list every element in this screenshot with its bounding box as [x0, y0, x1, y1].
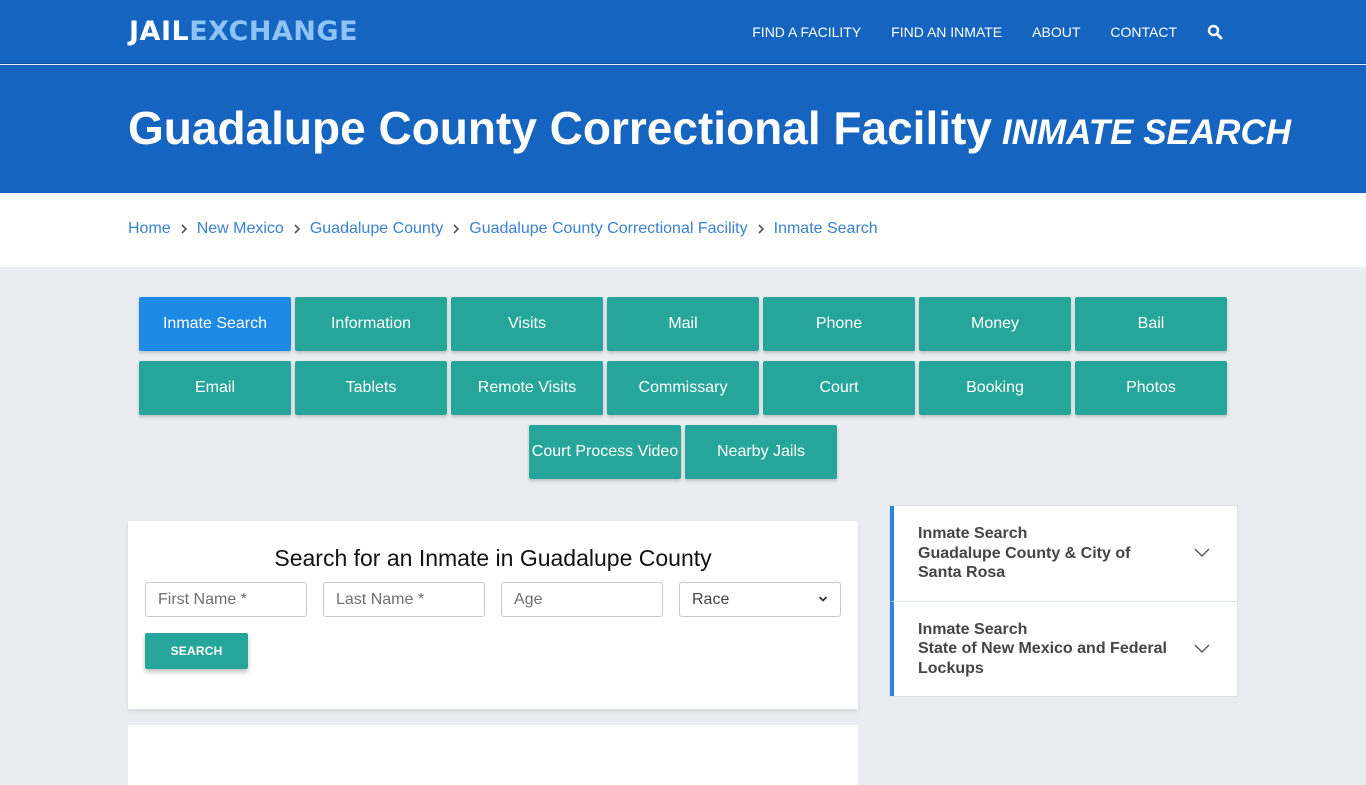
tile-booking[interactable]: Booking	[919, 361, 1071, 415]
breadcrumb: Home New Mexico Guadalupe County Guadalu…	[128, 220, 878, 238]
tile-row: Court Process Video Nearby Jails	[139, 425, 1227, 479]
tile-information[interactable]: Information	[295, 297, 447, 351]
nav-links: FIND A FACILITY FIND AN INMATE ABOUT CON…	[752, 0, 1366, 64]
accordion-item-county-search[interactable]: Inmate Search Guadalupe County & City of…	[890, 506, 1237, 601]
facility-name: Guadalupe County Correctional Facility	[128, 102, 992, 154]
tile-nearby-jails[interactable]: Nearby Jails	[685, 425, 837, 479]
nav-about[interactable]: ABOUT	[1032, 24, 1080, 40]
age-input[interactable]	[501, 582, 663, 617]
inmate-search-card: Search for an Inmate in Guadalupe County…	[128, 521, 858, 709]
tile-photos[interactable]: Photos	[1075, 361, 1227, 415]
search-button[interactable]: SEARCH	[145, 633, 248, 669]
top-navbar: JAILEXCHANGE FIND A FACILITY FIND AN INM…	[0, 0, 1366, 64]
nav-find-inmate[interactable]: FIND AN INMATE	[891, 24, 1002, 40]
breadcrumb-bar: Home New Mexico Guadalupe County Guadalu…	[0, 193, 1366, 267]
chevron-right-icon	[452, 223, 460, 235]
tile-remote-visits[interactable]: Remote Visits	[451, 361, 603, 415]
tile-money[interactable]: Money	[919, 297, 1071, 351]
logo-jail: JAIL	[129, 16, 190, 47]
accordion-title: Inmate Search	[918, 620, 1028, 638]
accordion-subtitle: State of New Mexico and Federal Lockups	[918, 640, 1167, 677]
breadcrumb-current[interactable]: Inmate Search	[774, 220, 878, 238]
hero-banner: Guadalupe County Correctional Facility IN…	[0, 65, 1366, 193]
nav-find-facility[interactable]: FIND A FACILITY	[752, 24, 861, 40]
chevron-down-icon	[1193, 545, 1211, 563]
tile-email[interactable]: Email	[139, 361, 291, 415]
page-subtitle: INMATE SEARCH	[1001, 113, 1291, 152]
sidebar-accordion: Inmate Search Guadalupe County & City of…	[889, 505, 1238, 697]
page-title: Guadalupe County Correctional Facility IN…	[128, 101, 1291, 155]
tile-row: Email Tablets Remote Visits Commissary C…	[139, 361, 1227, 415]
accordion-title: Inmate Search	[918, 525, 1028, 542]
chevron-down-icon	[818, 594, 828, 606]
search-icon[interactable]	[1207, 24, 1223, 40]
tile-mail[interactable]: Mail	[607, 297, 759, 351]
breadcrumb-home[interactable]: Home	[128, 220, 171, 238]
chevron-down-icon	[1193, 641, 1211, 659]
race-select[interactable]: Race	[679, 582, 841, 617]
nav-contact[interactable]: CONTACT	[1110, 24, 1177, 40]
chevron-right-icon	[180, 223, 188, 235]
breadcrumb-state[interactable]: New Mexico	[197, 220, 284, 238]
tile-inmate-search[interactable]: Inmate Search	[139, 297, 291, 351]
accordion-item-state-search[interactable]: Inmate Search State of New Mexico and Fe…	[890, 600, 1237, 696]
tile-commissary[interactable]: Commissary	[607, 361, 759, 415]
logo-exchange: EXCHANGE	[189, 16, 359, 47]
race-select-value: Race	[692, 590, 730, 608]
breadcrumb-county[interactable]: Guadalupe County	[310, 220, 443, 238]
tile-row: Inmate Search Information Visits Mail Ph…	[139, 297, 1227, 351]
section-nav-grid: Inmate Search Information Visits Mail Ph…	[139, 297, 1227, 489]
tile-tablets[interactable]: Tablets	[295, 361, 447, 415]
tile-court-process-video[interactable]: Court Process Video	[529, 425, 681, 479]
first-name-input[interactable]	[145, 582, 307, 617]
last-name-input[interactable]	[323, 582, 485, 617]
content-card	[128, 725, 858, 785]
search-heading: Search for an Inmate in Guadalupe County	[274, 545, 712, 571]
tile-court[interactable]: Court	[763, 361, 915, 415]
breadcrumb-facility[interactable]: Guadalupe County Correctional Facility	[469, 220, 747, 238]
site-logo[interactable]: JAILEXCHANGE	[129, 15, 358, 49]
chevron-right-icon	[293, 223, 301, 235]
chevron-right-icon	[757, 223, 765, 235]
accordion-subtitle: Guadalupe County & City of Santa Rosa	[918, 544, 1131, 582]
tile-phone[interactable]: Phone	[763, 297, 915, 351]
tile-bail[interactable]: Bail	[1075, 297, 1227, 351]
tile-visits[interactable]: Visits	[451, 297, 603, 351]
